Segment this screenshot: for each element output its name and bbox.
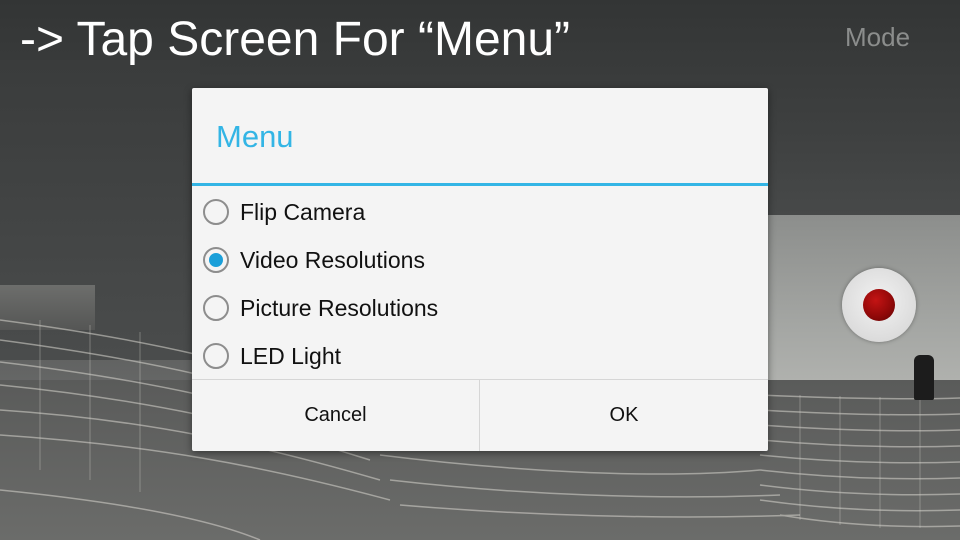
record-button[interactable] [842,268,916,342]
record-icon [863,289,895,321]
option-picture-resolutions[interactable]: Picture Resolutions [192,284,768,332]
ok-button[interactable]: OK [480,380,768,451]
option-label: LED Light [240,343,342,369]
cancel-button[interactable]: Cancel [192,380,479,451]
radio-icon[interactable] [203,343,229,369]
tap-screen-hint: -> Tap Screen For “Menu” [20,13,571,66]
radio-icon[interactable] [203,295,229,321]
radio-checked-icon[interactable] [203,247,229,273]
preview-dark-object [914,355,934,400]
option-video-resolutions[interactable]: Video Resolutions [192,236,768,284]
option-label: Video Resolutions [240,247,425,273]
title-divider [192,183,768,186]
mode-button[interactable]: Mode [845,20,910,54]
dialog-title: Menu [216,119,294,154]
option-flip-camera[interactable]: Flip Camera [192,188,768,236]
radio-icon[interactable] [203,199,229,225]
option-label: Picture Resolutions [240,295,439,321]
option-label: Flip Camera [240,199,366,225]
menu-dialog: Menu Flip Camera Video Resolutions Pictu… [192,88,768,451]
option-led-light[interactable]: LED Light [192,332,768,380]
radio-dot [209,253,223,267]
